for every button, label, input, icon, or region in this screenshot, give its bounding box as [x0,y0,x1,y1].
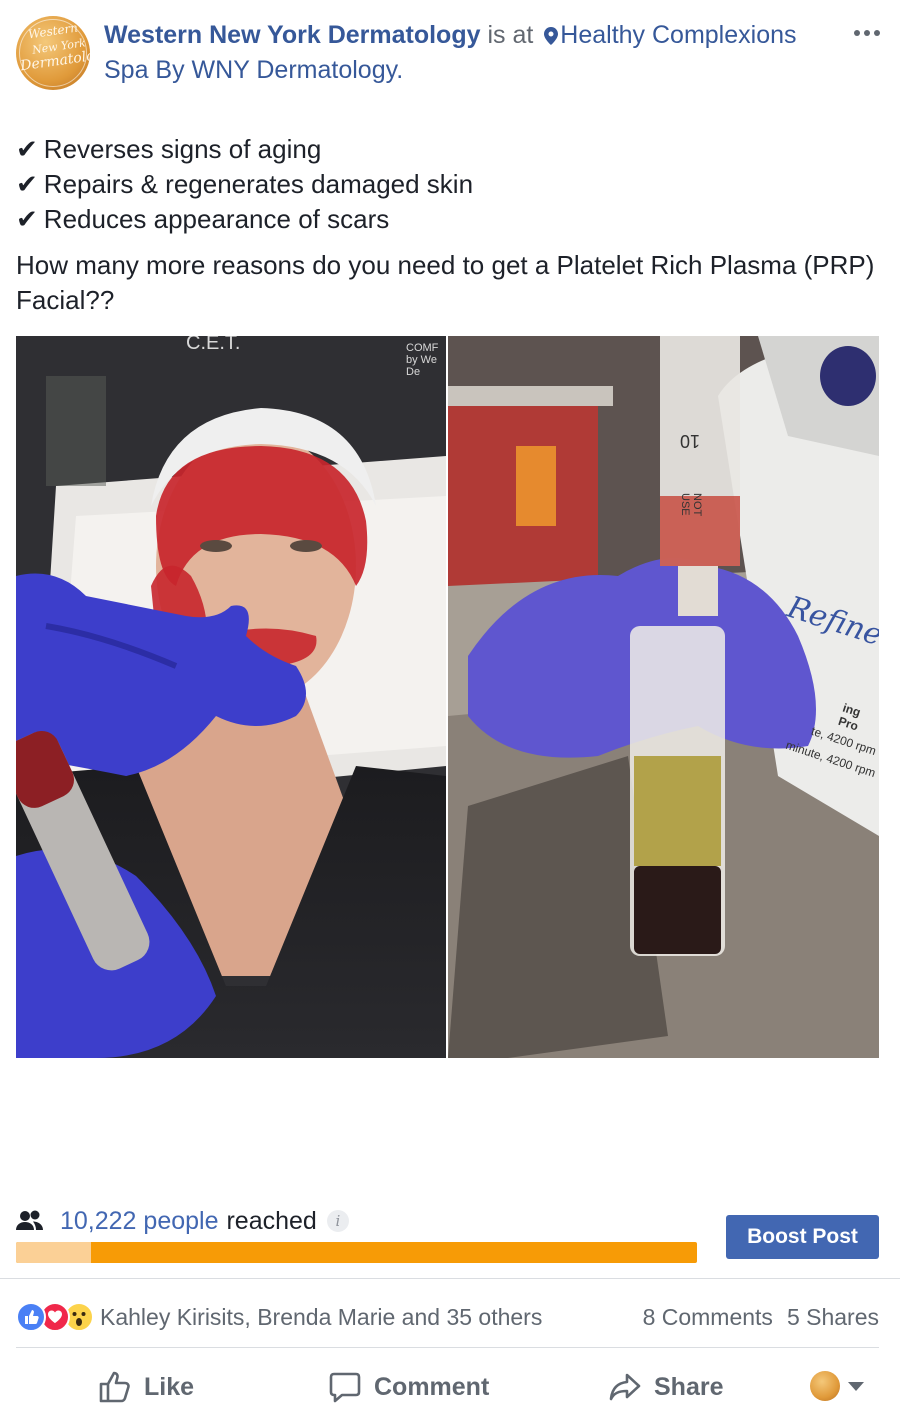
checkmark-icon: ✔ [16,134,38,164]
comment-button[interactable]: Comment [328,1360,489,1414]
bullet-line: ✔ Reduces appearance of scars [16,202,876,237]
people-icon [16,1210,43,1230]
reach-summary: 10,222 people reached i [16,1204,349,1238]
like-reaction-icon [16,1302,46,1332]
page-name-link[interactable]: Western New York Dermatology [104,21,481,49]
bullet-text: Reverses signs of aging [43,134,322,164]
engagement-counts: 8 Comments 5 Shares [643,1300,879,1334]
centrifuge-photo-illustration [448,336,879,1058]
scrub-logo-text: COMF by We De [406,342,439,378]
syringe-text: NOT USE [679,493,703,517]
page-avatar[interactable]: Western New York Dermatology [16,16,90,90]
location-pin-icon [544,27,559,45]
post-question: How many more reasons do you need to get… [16,250,875,315]
bullet-text: Repairs & regenerates damaged skin [43,169,474,199]
cap-text: C.E.T. [186,336,241,354]
divider [16,1347,879,1348]
boost-post-button[interactable]: Boost Post [726,1215,879,1259]
facebook-post: Western New York Dermatology Western New… [0,0,900,1420]
comment-bubble-icon [329,1372,361,1403]
reaction-names[interactable]: Kahley Kirisits, Brenda Marie and 35 oth… [100,1304,542,1331]
checkmark-icon: ✔ [16,169,38,199]
bullet-text: Reduces appearance of scars [43,204,390,234]
post-action-bar: Like Comment Share [0,1360,900,1414]
reach-progress-bar [16,1242,697,1263]
share-arrow-icon [609,1373,641,1401]
shares-count-link[interactable]: 5 Shares [787,1304,879,1331]
reach-label: reached [226,1206,317,1235]
is-at-text: is at [487,21,534,49]
info-icon[interactable]: i [326,1210,349,1232]
photo-prp-centrifuge[interactable]: 10 NOT USE Refine ing Pro te, 4200 rpm m… [448,336,879,1058]
more-options-icon[interactable] [854,22,884,44]
chevron-down-icon [848,1381,864,1391]
reach-progress-fill [16,1242,91,1263]
page-mini-avatar [810,1371,840,1401]
comment-label: Comment [374,1372,490,1401]
share-label: Share [654,1372,724,1401]
syringe-mark: 10 [680,431,701,451]
divider [0,1278,900,1279]
photo-prp-facial[interactable]: C.E.T. COMF by We De [16,336,446,1058]
like-label: Like [144,1372,195,1401]
post-text: ✔ Reverses signs of aging ✔ Repairs & re… [16,132,876,318]
facial-photo-illustration [16,336,446,1058]
comments-count-link[interactable]: 8 Comments [643,1304,773,1331]
like-button[interactable]: Like [98,1360,194,1414]
share-button[interactable]: Share [608,1360,723,1414]
reactions-summary[interactable]: Kahley Kirisits, Brenda Marie and 35 oth… [16,1300,542,1334]
thumbs-up-icon [99,1371,130,1403]
post-header: Western New York Dermatology is at Healt… [104,18,844,88]
bullet-line: ✔ Reverses signs of aging [16,132,876,167]
photo-grid: C.E.T. COMF by We De 10 NOT USE Refine i… [16,336,879,1058]
checkmark-icon: ✔ [16,204,38,234]
reach-count-link[interactable]: 10,222 people [60,1207,218,1236]
bullet-line: ✔ Repairs & regenerates damaged skin [16,167,876,202]
page-selector[interactable] [810,1370,864,1402]
